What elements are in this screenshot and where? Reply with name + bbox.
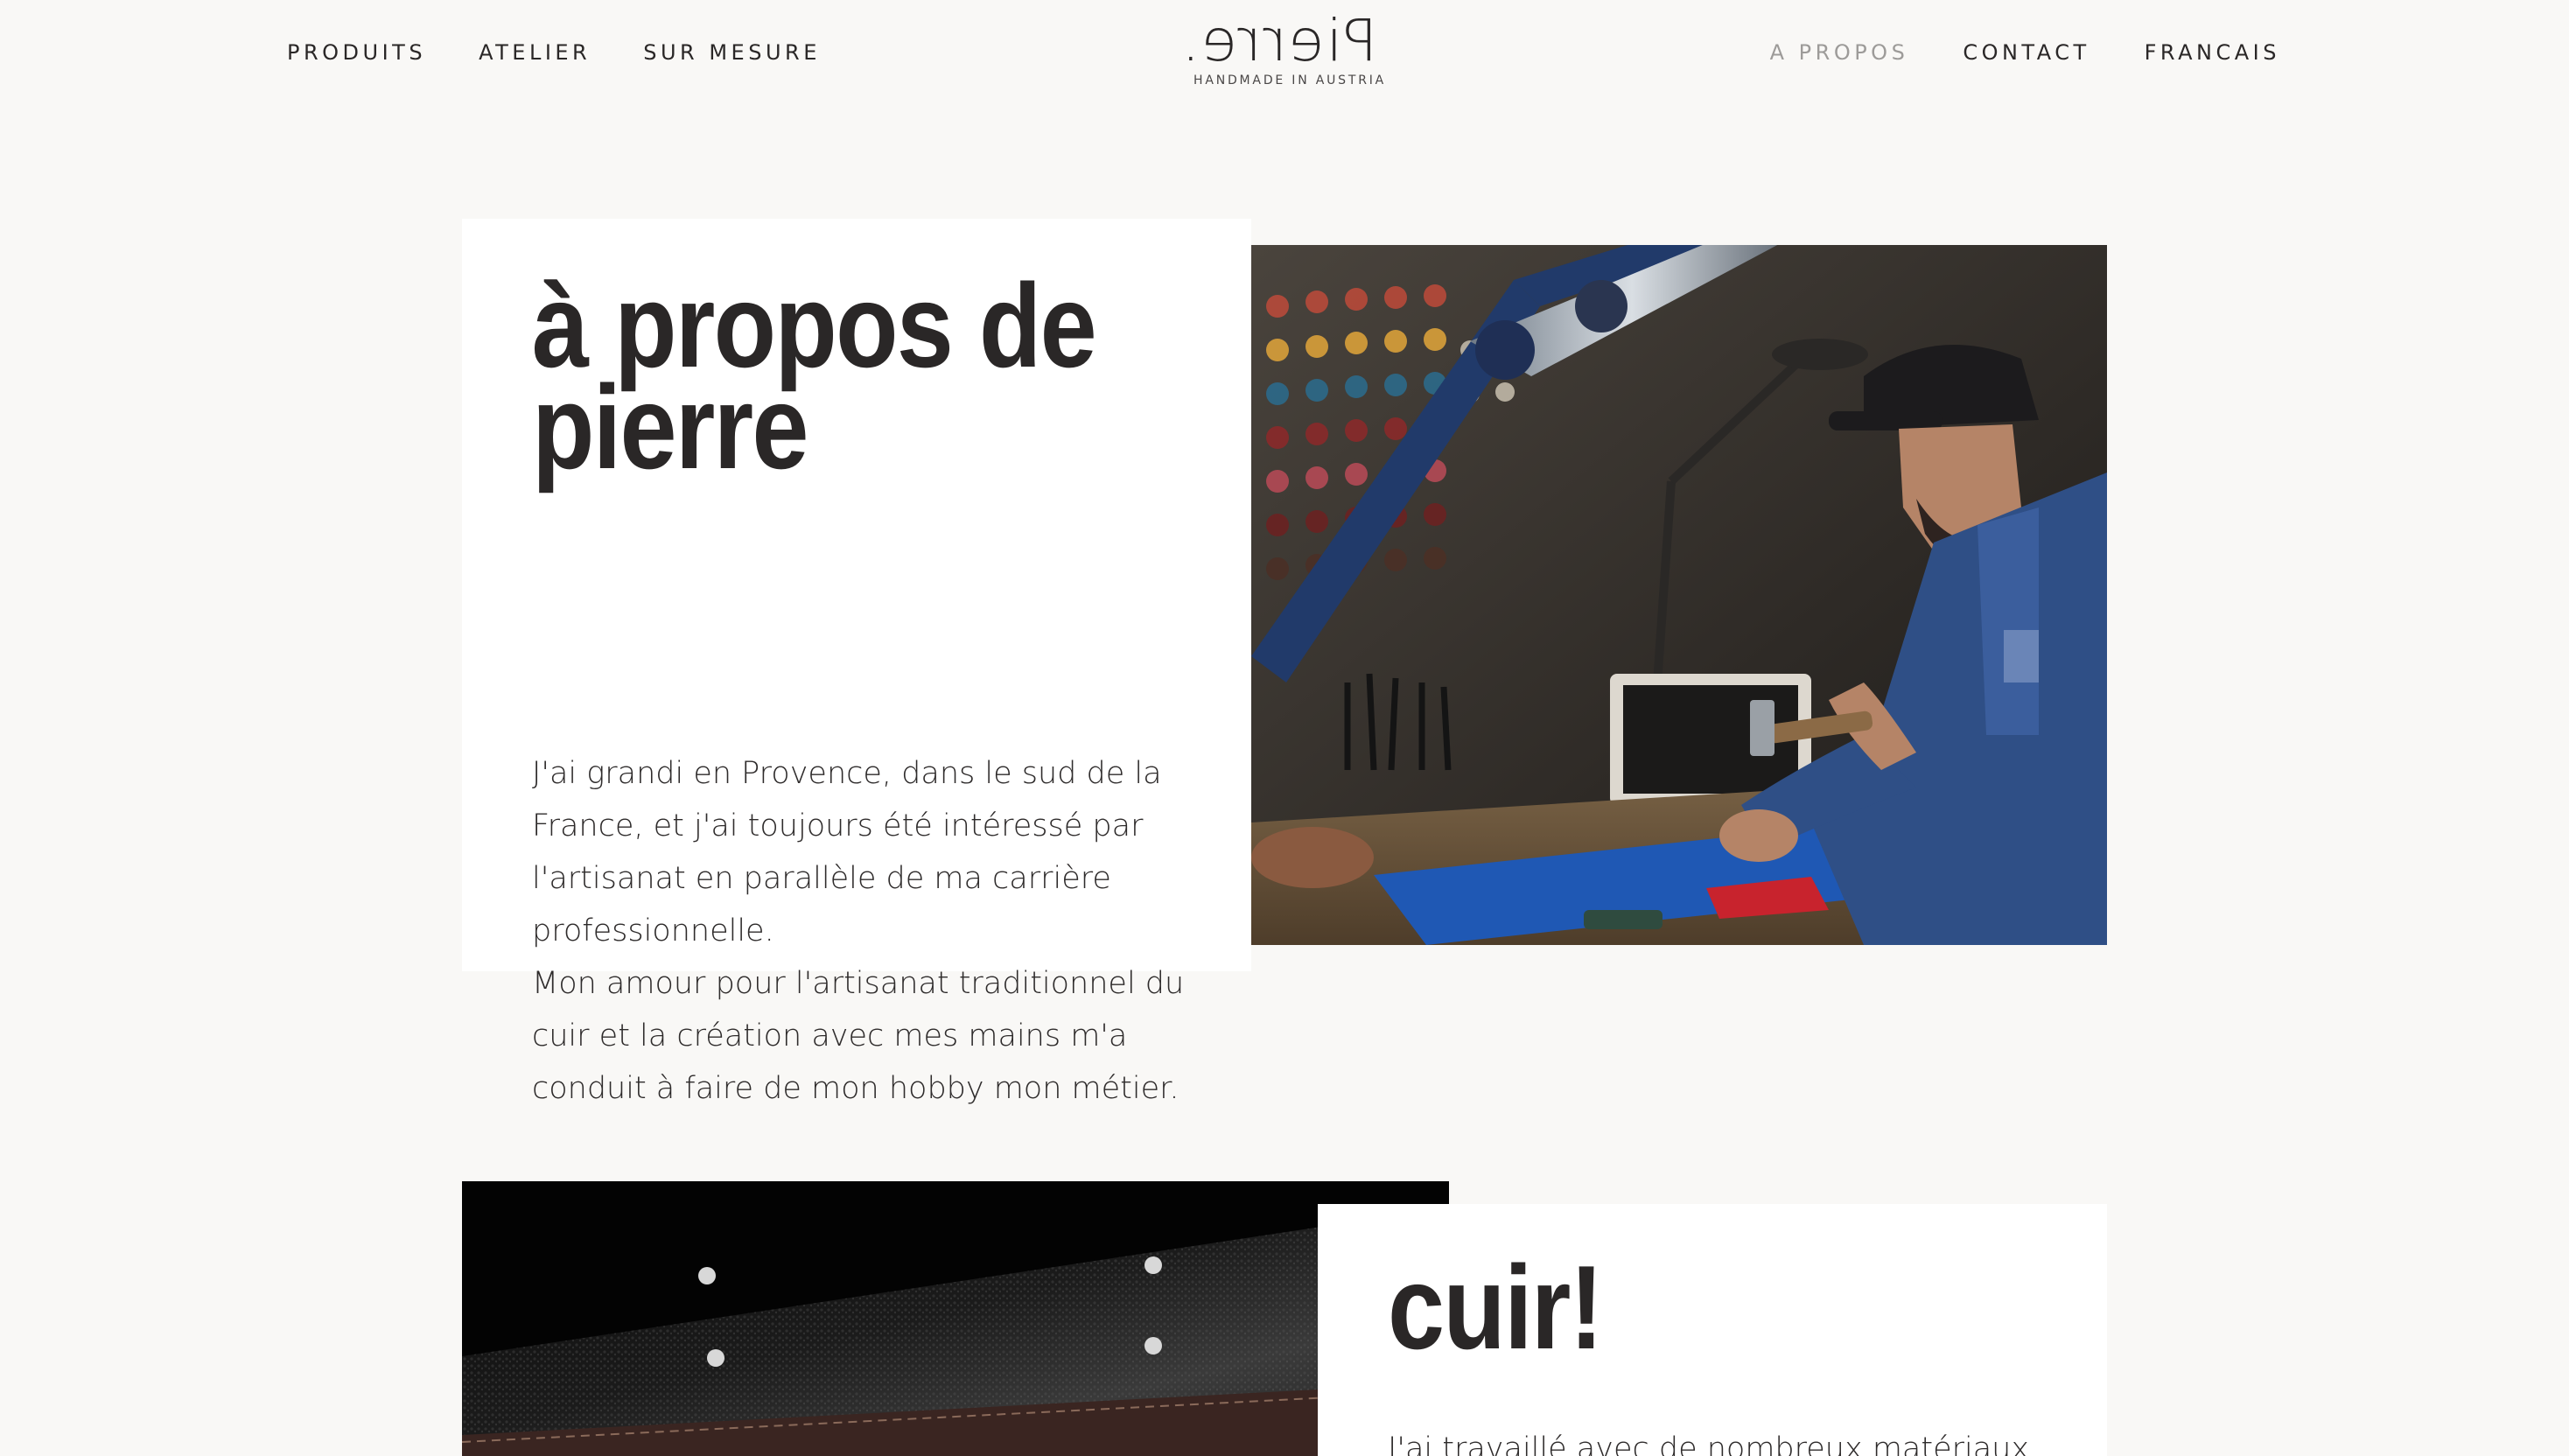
about-text: J'ai grandi en Provence, dans le sud de … bbox=[532, 747, 1206, 1115]
cuir-paragraph: J'ai travaillé avec de nombreux matériau… bbox=[1388, 1432, 2030, 1456]
nav-link-atelier[interactable]: ATELIER bbox=[479, 40, 591, 65]
logo-wordmark: Pierre. bbox=[1180, 7, 1377, 74]
workshop-photo bbox=[1251, 245, 2107, 945]
main-nav-right: A PROPOS CONTACT FRANCAIS bbox=[1770, 40, 2280, 65]
nav-link-contact[interactable]: CONTACT bbox=[1963, 40, 2090, 65]
about-heading-line2: pierre bbox=[532, 360, 808, 494]
site-logo[interactable]: Pierre. HANDMADE IN AUSTRIA bbox=[1180, 7, 1387, 88]
language-switch[interactable]: FRANCAIS bbox=[2145, 40, 2280, 65]
leather-photo bbox=[462, 1181, 1449, 1456]
about-paragraph-2: Mon amour pour l'artisanat traditionnel … bbox=[532, 966, 1185, 1106]
nav-link-sur-mesure[interactable]: SUR MESURE bbox=[643, 40, 821, 65]
about-paragraph-1: J'ai grandi en Provence, dans le sud de … bbox=[532, 756, 1162, 948]
nav-link-a-propos[interactable]: A PROPOS bbox=[1770, 40, 1909, 65]
about-heading: à propos de pierre bbox=[532, 266, 1194, 486]
about-card: à propos de pierre J'ai grandi en Proven… bbox=[462, 219, 1251, 1106]
nav-link-produits[interactable]: PRODUITS bbox=[287, 40, 426, 65]
cuir-heading: cuir! bbox=[1388, 1241, 1604, 1374]
cuir-card: cuir! J'ai travaillé avec de nombreux ma… bbox=[1318, 1204, 2107, 1456]
logo-tagline: HANDMADE IN AUSTRIA bbox=[1194, 74, 1387, 88]
workshop-illustration bbox=[1251, 245, 2107, 945]
main-nav-left: PRODUITS ATELIER SUR MESURE bbox=[287, 40, 821, 65]
cuir-text: J'ai travaillé avec de nombreux matériau… bbox=[1388, 1423, 2062, 1456]
leather-illustration bbox=[462, 1181, 1449, 1456]
